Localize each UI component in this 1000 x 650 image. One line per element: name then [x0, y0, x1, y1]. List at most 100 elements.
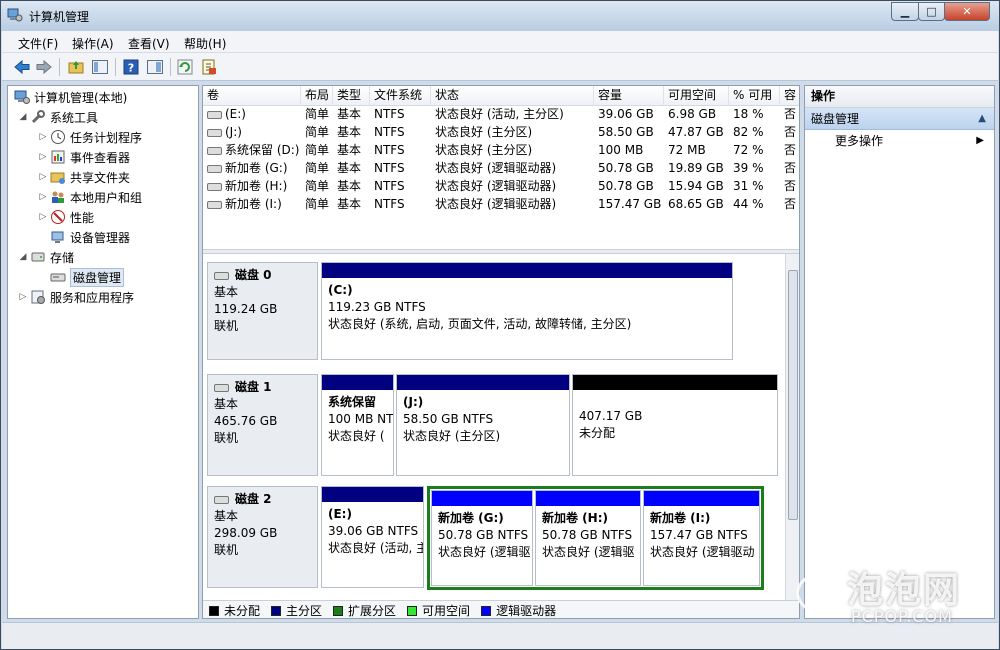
tree-item-disk-management[interactable]: 磁盘管理 [48, 267, 125, 287]
cell-status: 状态良好 (逻辑驱动器) [435, 179, 557, 193]
tree-item-task-scheduler[interactable]: ▷ 任务计划程序 [38, 128, 142, 146]
column-header-layout[interactable]: 布局 [301, 86, 333, 106]
expand-arrow-icon[interactable]: ▷ [38, 172, 48, 182]
partition-e[interactable]: (E:) 39.06 GB NTFS 状态良好 (活动, 主 [321, 486, 424, 588]
partition-status: 状态良好 (逻辑驱 [438, 545, 531, 559]
tree-item-performance[interactable]: ▷ 性能 [38, 208, 94, 226]
expand-arrow-icon[interactable]: ▷ [38, 152, 48, 162]
table-row[interactable]: (J:) 简单 基本 NTFS 状态良好 (主分区) 58.50 GB 47.8… [203, 123, 799, 141]
unallocated-bar [573, 375, 777, 390]
up-folder-icon[interactable] [66, 57, 86, 77]
partition-size: 407.17 GB [579, 409, 643, 423]
menu-file[interactable]: 文件(F) [18, 35, 58, 52]
column-header-percent-free[interactable]: % 可用 [729, 86, 780, 106]
toolbar-separator [115, 58, 116, 76]
vertical-scrollbar[interactable] [785, 254, 799, 600]
partition-name: 新加卷 (G:) [438, 511, 504, 525]
disk-2-label[interactable]: 磁盘 2 基本 298.09 GB 联机 [207, 486, 318, 588]
expand-arrow-icon[interactable]: ▷ [18, 292, 28, 302]
partition-g[interactable]: 新加卷 (G:) 50.78 GB NTFS 状态良好 (逻辑驱 [431, 490, 533, 586]
partition-h[interactable]: 新加卷 (H:) 50.78 GB NTFS 状态良好 (逻辑驱 [535, 490, 641, 586]
submenu-arrow-icon: ▶ [976, 135, 984, 146]
tree-item-device-manager[interactable]: 设备管理器 [48, 228, 130, 246]
partition-j[interactable]: (J:) 58.50 GB NTFS 状态良好 (主分区) [396, 374, 570, 476]
storage-icon [30, 249, 46, 265]
section-label: 磁盘管理 [811, 112, 860, 126]
table-row[interactable]: 系统保留 (D:) 简单 基本 NTFS 状态良好 (主分区) 100 MB 7… [203, 141, 799, 159]
collapse-arrow-icon[interactable]: ◢ [18, 252, 28, 262]
tree-item-local-users[interactable]: ▷ 本地用户和组 [38, 188, 142, 206]
actions-section-disk-management[interactable]: 磁盘管理 ▲ [805, 108, 994, 130]
tree-item-services[interactable]: ▷ 服务和应用程序 [18, 288, 134, 306]
column-header-fault-tolerance[interactable]: 容 [780, 86, 799, 106]
expand-arrow-icon[interactable]: ▷ [38, 212, 48, 222]
partition-c[interactable]: (C:) 119.23 GB NTFS 状态良好 (系统, 启动, 页面文件, … [321, 262, 733, 360]
column-header-volume[interactable]: 卷 [203, 86, 301, 106]
tree-item-system-tools[interactable]: ◢ 系统工具 [18, 108, 98, 126]
column-header-filesystem[interactable]: 文件系统 [370, 86, 431, 106]
tree-item-event-viewer[interactable]: ▷ 事件查看器 [38, 148, 130, 166]
partition-name: (E:) [328, 507, 352, 521]
export-icon[interactable] [199, 57, 219, 77]
table-row[interactable]: 新加卷 (H:) 简单 基本 NTFS 状态良好 (逻辑驱动器) 50.78 G… [203, 177, 799, 195]
table-row[interactable]: (E:) 简单 基本 NTFS 状态良好 (活动, 主分区) 39.06 GB … [203, 105, 799, 123]
watermark-subtext: PCPOP.COM [851, 607, 953, 626]
cell-capacity: 157.47 GB [598, 197, 662, 211]
cell-capacity: 100 MB [598, 143, 644, 157]
tools-icon [30, 109, 46, 125]
disk-type: 基本 [214, 285, 239, 299]
partition-status: 状态良好 (主分区) [403, 429, 501, 443]
disk-graphical-view: 磁盘 0 基本 119.24 GB 联机 (C:) 119.23 GB NTFS… [203, 254, 799, 600]
minimize-button[interactable]: ▁ [891, 2, 919, 21]
cell-percent-free: 72 % [733, 143, 764, 157]
cell-volume: 新加卷 (G:) [203, 159, 301, 177]
collapse-triangle-icon[interactable]: ▲ [978, 108, 986, 130]
cell-layout: 简单 [305, 161, 330, 175]
column-header-status[interactable]: 状态 [431, 86, 594, 106]
close-button[interactable]: ✕ [944, 2, 990, 21]
cell-status: 状态良好 (主分区) [435, 125, 533, 139]
partition-system-reserved[interactable]: 系统保留 100 MB NTFS 状态良好 ( [321, 374, 394, 476]
properties-icon[interactable] [145, 57, 165, 77]
more-actions[interactable]: 更多操作 ▶ [805, 130, 994, 152]
toolbar-separator [59, 58, 60, 76]
refresh-icon[interactable] [175, 57, 195, 77]
tree-label: 计算机管理(本地) [34, 90, 128, 105]
partition-status: 未分配 [579, 426, 616, 440]
cell-layout: 简单 [305, 125, 330, 139]
maximize-button[interactable]: □ [918, 2, 945, 21]
cell-free-space: 68.65 GB [668, 197, 724, 211]
performance-icon [50, 209, 66, 225]
cell-status: 状态良好 (逻辑驱动器) [435, 197, 557, 211]
collapse-arrow-icon[interactable]: ◢ [18, 112, 28, 122]
clock-icon [50, 129, 66, 145]
tree-item-root[interactable]: 计算机管理(本地) [12, 88, 127, 106]
partition-i[interactable]: 新加卷 (I:) 157.47 GB NTFS 状态良好 (逻辑驱动 [643, 490, 760, 586]
partition-unallocated[interactable]: 407.17 GB 未分配 [572, 374, 778, 476]
expand-arrow-icon[interactable]: ▷ [38, 192, 48, 202]
tree-item-shared-folders[interactable]: ▷ 共享文件夹 [38, 168, 130, 186]
expand-arrow-icon[interactable]: ▷ [38, 132, 48, 142]
menu-action[interactable]: 操作(A) [72, 35, 114, 52]
table-row[interactable]: 新加卷 (G:) 简单 基本 NTFS 状态良好 (逻辑驱动器) 50.78 G… [203, 159, 799, 177]
column-header-capacity[interactable]: 容量 [594, 86, 664, 106]
table-row[interactable]: 新加卷 (I:) 简单 基本 NTFS 状态良好 (逻辑驱动器) 157.47 … [203, 195, 799, 213]
disk-0-label[interactable]: 磁盘 0 基本 119.24 GB 联机 [207, 262, 318, 360]
cell-filesystem: NTFS [374, 197, 405, 211]
show-hide-tree-icon[interactable] [90, 57, 110, 77]
disk-1-label[interactable]: 磁盘 1 基本 465.76 GB 联机 [207, 374, 318, 476]
tree-item-storage[interactable]: ◢ 存储 [18, 248, 74, 266]
help-icon[interactable]: ? [121, 57, 141, 77]
forward-icon[interactable] [34, 57, 54, 77]
back-icon[interactable] [12, 57, 32, 77]
menu-help[interactable]: 帮助(H) [184, 35, 226, 52]
legend-primary: 主分区 [271, 602, 322, 618]
column-header-free-space[interactable]: 可用空间 [664, 86, 729, 106]
partition-size: 50.78 GB NTFS [438, 528, 529, 542]
column-header-type[interactable]: 类型 [333, 86, 370, 106]
disk-icon [214, 495, 229, 504]
scrollbar-thumb[interactable] [788, 270, 798, 520]
menu-view[interactable]: 查看(V) [128, 35, 170, 52]
volume-icon [207, 200, 222, 209]
watermark: 泡泡网 PCPOP.COM [789, 561, 989, 631]
